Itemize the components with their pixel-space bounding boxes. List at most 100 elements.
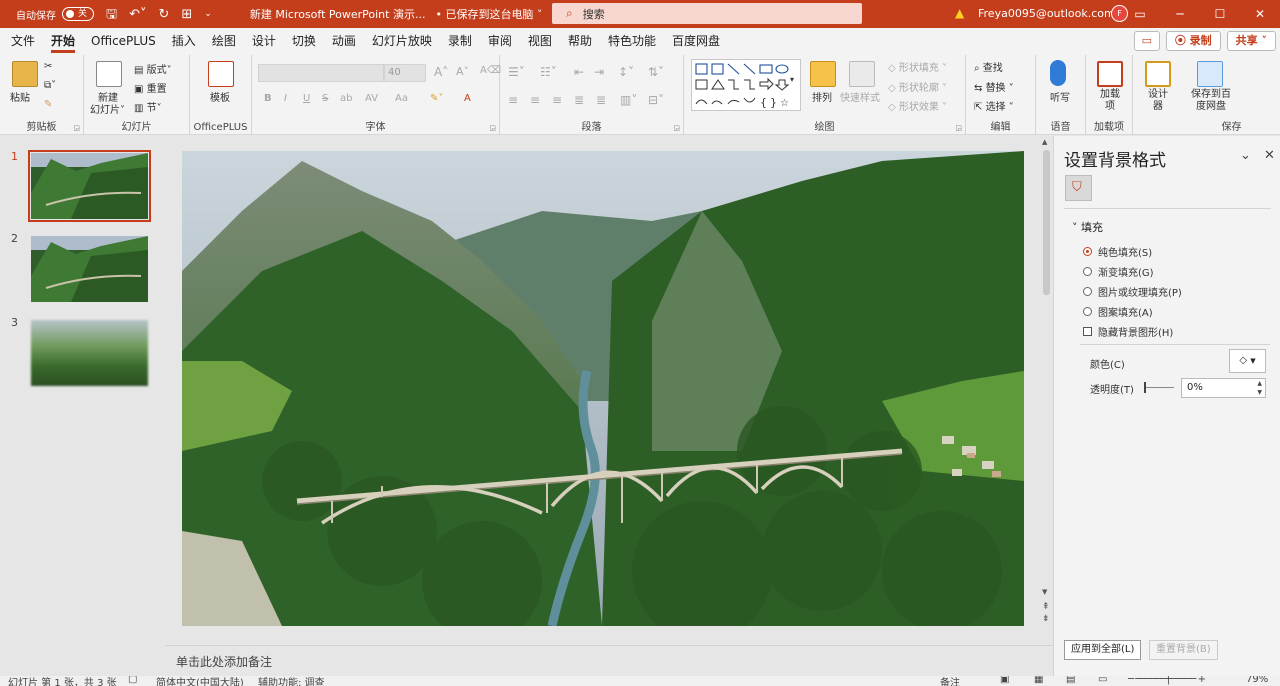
pattern-fill-option[interactable]: 图案填充(A) [1083,304,1153,319]
slide-thumbnail-3[interactable] [31,320,148,386]
zoom-slider[interactable]: ─ ──────┼───── + [1128,676,1206,685]
scroll-up-icon[interactable]: ▲ [1042,138,1047,146]
picture-fill-radio[interactable] [1083,287,1092,296]
transparency-slider[interactable] [1144,387,1174,388]
quick-styles-icon[interactable] [849,61,875,87]
search-input[interactable]: ⌕ 搜索 [552,3,862,24]
font-name-input[interactable] [258,64,384,82]
shape-effects-button[interactable]: ◇ 形状效果 ˅ [888,98,947,113]
save-icon[interactable]: 🖫 [106,8,117,21]
slide-thumbnail-1[interactable] [28,150,151,222]
align-text-icon[interactable]: ⊟˅ [648,93,664,107]
reading-view-icon[interactable]: ▤ [1066,676,1075,685]
new-slide-icon[interactable] [96,61,122,87]
shrink-font-icon[interactable]: A˅ [456,65,469,78]
distribute-icon[interactable]: ≣ [596,93,606,107]
section-button[interactable]: ▥ 节˅ [134,99,162,114]
tab-help[interactable]: 帮助 [560,28,600,55]
transparency-slider-handle[interactable] [1144,382,1146,393]
dictate-button[interactable]: 听写 [1050,89,1070,104]
line-spacing-icon[interactable]: ↕˅ [618,65,634,79]
notes-pane[interactable]: 单击此处添加备注 [165,645,1053,676]
designer-icon[interactable] [1145,61,1171,87]
spinner-icon[interactable]: ▲ ▼ [1257,379,1262,397]
case-icon[interactable]: Aa [395,93,408,104]
text-direction-icon[interactable]: ⇅˅ [648,65,664,79]
hide-graphics-option[interactable]: 隐藏背景图形(H) [1083,324,1173,339]
minimize-button[interactable]: ─ [1160,0,1200,28]
find-button[interactable]: ⌕ 查找 [974,59,1003,74]
bullets-icon[interactable]: ☰˅ [508,65,525,79]
pane-close-icon[interactable]: ✕ [1264,148,1275,163]
arrange-icon[interactable] [810,61,836,87]
tab-slideshow[interactable]: 幻灯片放映 [364,28,440,55]
layout-button[interactable]: ▤ 版式˅ [134,61,172,76]
indent-increase-icon[interactable]: ⇥ [594,65,604,79]
next-slide-icon[interactable]: ⇟ [1042,614,1050,624]
designer-button[interactable]: 设计器 [1147,89,1169,113]
grow-font-icon[interactable]: A˄ [434,65,448,79]
align-center-icon[interactable]: ≡ [530,93,540,107]
accessibility-status[interactable]: 辅助功能: 调查 [258,676,325,686]
tab-record[interactable]: 录制 [440,28,480,55]
apply-to-all-button[interactable]: 应用到全部(L) [1064,640,1142,660]
underline-icon[interactable]: U [303,93,310,104]
bold-icon[interactable]: B [264,93,272,104]
solid-fill-radio[interactable] [1083,247,1092,256]
justify-icon[interactable]: ≣ [574,93,584,107]
hide-graphics-checkbox[interactable] [1083,327,1092,336]
undo-icon[interactable]: ↶˅ [129,8,146,21]
gradient-fill-radio[interactable] [1083,267,1092,276]
arrange-button[interactable]: 排列 [812,89,832,104]
transparency-input[interactable]: 0% ▲ ▼ [1181,378,1266,398]
customize-qat-icon[interactable]: ⌄ [204,9,212,19]
tab-animations[interactable]: 动画 [324,28,364,55]
pattern-fill-radio[interactable] [1083,307,1092,316]
baidu-cloud-icon[interactable] [1197,61,1223,87]
tab-home[interactable]: 开始 [43,28,83,55]
highlight-icon[interactable]: ✎˅ [430,93,443,104]
template-button[interactable]: 模板 [210,89,230,104]
italic-icon[interactable]: I [284,93,287,104]
tab-view[interactable]: 视图 [520,28,560,55]
record-button[interactable]: ⦿ 录制 [1165,31,1221,51]
new-slide-dropdown[interactable]: 幻灯片˅ [90,101,125,116]
pane-options-icon[interactable]: ⌄ [1240,148,1251,163]
cut-icon[interactable]: ✂ [44,61,52,72]
tab-review[interactable]: 审阅 [480,28,520,55]
warning-icon[interactable]: ▲ [955,6,964,20]
shapes-gallery[interactable]: {} ☆ [691,59,801,111]
restore-button[interactable]: ☐ [1200,0,1240,28]
save-status[interactable]: • 已保存到这台电脑 ˅ [435,6,542,22]
replace-button[interactable]: ⇆ 替换 ˅ [974,79,1014,94]
font-color-icon[interactable]: A [464,93,471,104]
align-left-icon[interactable]: ≡ [508,93,518,107]
format-painter-icon[interactable]: ✎ [44,99,52,110]
share-button[interactable]: 共享 ˅ [1226,31,1276,51]
numbering-icon[interactable]: ☷˅ [540,65,557,79]
notes-button[interactable]: 备注 [940,676,960,686]
addins-icon[interactable] [1097,61,1123,87]
redo-icon[interactable]: ↻ [158,8,169,21]
prev-slide-icon[interactable]: ⇞ [1042,602,1050,612]
tab-features[interactable]: 特色功能 [600,28,664,55]
fill-section-header[interactable]: ˅ 填充 [1072,219,1103,235]
font-size-input[interactable]: 40 [384,64,426,82]
shadow-icon[interactable]: ab [340,93,352,104]
save-to-baidu-button[interactable]: 保存到百度网盘 [1189,89,1233,113]
paste-button[interactable]: 粘贴 [10,89,30,104]
tab-design[interactable]: 设计 [244,28,284,55]
tab-officeplus[interactable]: OfficePLUS [83,28,164,55]
quick-styles-button[interactable]: 快速样式 [840,89,880,104]
tab-draw[interactable]: 绘图 [204,28,244,55]
normal-view-icon[interactable]: ▣ [1000,676,1009,685]
reset-background-button[interactable]: 重置背景(B) [1149,640,1218,660]
picture-fill-option[interactable]: 图片或纹理填充(P) [1083,284,1182,299]
shape-outline-button[interactable]: ◇ 形状轮廓 ˅ [888,79,947,94]
close-button[interactable]: ✕ [1240,0,1280,28]
align-right-icon[interactable]: ≡ [552,93,562,107]
tab-file[interactable]: 文件 [3,28,43,55]
microphone-icon[interactable] [1050,60,1066,86]
zoom-level[interactable]: 79% [1246,676,1268,685]
language-indicator[interactable]: 简体中文(中国大陆) [156,676,244,686]
